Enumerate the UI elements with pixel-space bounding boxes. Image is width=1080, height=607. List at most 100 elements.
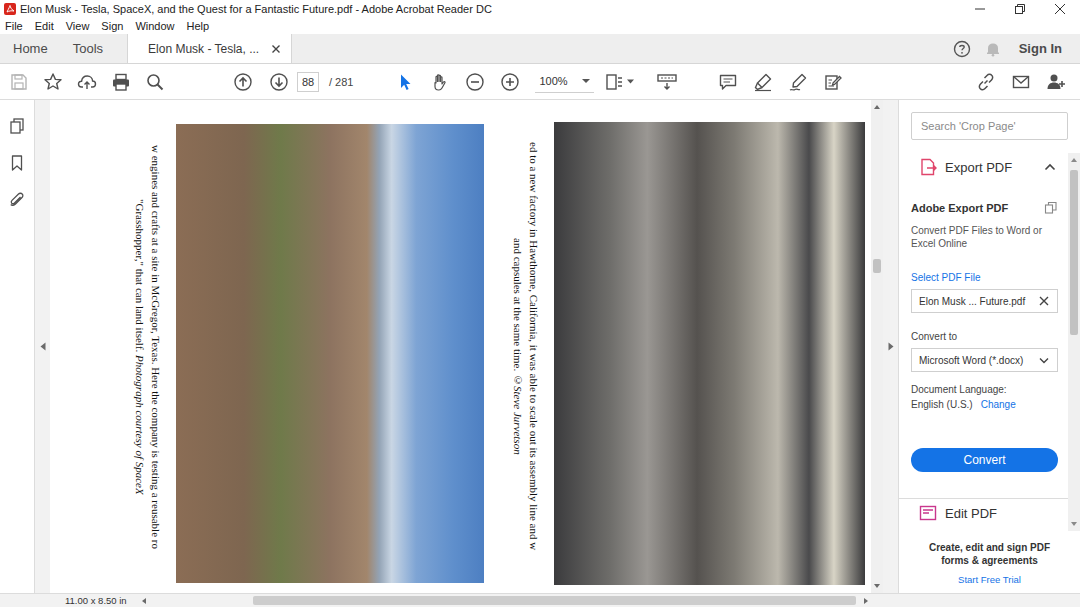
minimize-icon[interactable] — [960, 0, 1000, 18]
acrobat-logo-icon — [4, 3, 16, 15]
previous-page-icon[interactable] — [233, 72, 253, 92]
hand-tool-icon[interactable] — [430, 72, 450, 92]
panel-heading: Adobe Export PDF — [911, 202, 1008, 214]
page-total: / 281 — [329, 76, 353, 88]
tab[interactable]: Tools — [60, 34, 115, 63]
comment-icon[interactable] — [718, 72, 738, 92]
dropdown-caret-icon — [627, 79, 634, 84]
upload-cloud-icon[interactable] — [77, 72, 97, 92]
page-figure: w engines and crafts at a site in McGreg… — [132, 100, 484, 593]
change-language-link[interactable]: Change — [981, 399, 1016, 410]
page-thumbnails-icon[interactable] — [8, 117, 26, 135]
save-icon[interactable] — [9, 72, 29, 92]
select-tool-icon[interactable] — [395, 72, 415, 92]
caption-line: ed to a new factory in Hawthorne, Califo… — [526, 100, 542, 593]
bookmarks-icon[interactable] — [8, 154, 26, 172]
tab[interactable]: Elon Musk - Tesla, ... — [127, 34, 292, 63]
zoom-in-icon[interactable] — [500, 72, 520, 92]
tool-header[interactable]: Edit PDF — [899, 499, 1068, 527]
attachments-icon[interactable] — [8, 191, 26, 209]
tab-bar: HomeTools Elon Musk - Tesla, ... Sign In — [0, 34, 1080, 64]
sign-icon[interactable] — [788, 72, 808, 92]
zoom-dropdown[interactable]: 100% — [535, 70, 593, 93]
close-window-icon[interactable] — [1040, 0, 1080, 18]
collapse-left-strip[interactable] — [35, 100, 50, 593]
expand-right-arrow-icon[interactable] — [888, 342, 894, 351]
menu-item[interactable]: File — [5, 20, 23, 32]
scroll-up-arrow-icon[interactable] — [1070, 156, 1078, 164]
caption-line: w engines and crafts at a site in McGreg… — [148, 100, 164, 593]
highlight-pen-icon[interactable] — [753, 72, 773, 92]
email-icon[interactable] — [1011, 72, 1031, 92]
collapse-right-strip[interactable] — [883, 100, 898, 593]
page-display-button[interactable] — [604, 72, 634, 92]
dropdown-chevron-icon — [1039, 357, 1049, 364]
sign-in-button[interactable]: Sign In — [1019, 41, 1062, 56]
tools-search-field[interactable]: Search 'Crop Page' — [911, 112, 1068, 140]
horizontal-scrollbar[interactable] — [140, 594, 870, 607]
select-file-link[interactable]: Select PDF File — [911, 272, 1058, 283]
menu-item[interactable]: Window — [135, 20, 174, 32]
scroll-up-arrow-icon[interactable] — [873, 103, 881, 111]
next-page-icon[interactable] — [269, 72, 289, 92]
scroll-left-arrow-icon[interactable] — [140, 597, 148, 605]
tool-section: Edit PDF — [899, 498, 1068, 527]
status-bar: 11.00 x 8.50 in — [0, 593, 1080, 607]
convert-to-label: Convert to — [911, 331, 1058, 342]
photograph — [554, 122, 865, 585]
scroll-thumb[interactable] — [253, 596, 856, 605]
tools-scrollbar[interactable] — [1068, 153, 1080, 531]
scroll-thumb[interactable] — [1070, 170, 1078, 335]
document-language: English (U.S.) — [911, 399, 973, 410]
page-figure: ed to a new factory in Hawthorne, Califo… — [510, 100, 865, 593]
figure-caption: w engines and crafts at a site in McGreg… — [132, 100, 164, 593]
restore-icon[interactable] — [1000, 0, 1040, 18]
navigation-pane — [0, 100, 35, 593]
page-size: 11.00 x 8.50 in — [0, 595, 140, 606]
collapse-chevron-icon[interactable] — [1044, 163, 1056, 171]
help-icon[interactable] — [953, 40, 971, 58]
close-tab-icon[interactable] — [271, 44, 281, 54]
menu-item[interactable]: View — [66, 20, 90, 32]
pdf-page: w engines and crafts at a site in McGreg… — [50, 100, 871, 593]
tool-section: Export PDF Adobe Export PDF Convert PDF Fi… — [899, 153, 1068, 498]
bookmark-star-icon[interactable] — [43, 72, 63, 92]
title-bar: Elon Musk - Tesla, SpaceX, and the Quest… — [0, 0, 1080, 18]
fit-page-icon — [604, 72, 624, 92]
export-pdf-panel: Adobe Export PDF Convert PDF Files to Wor… — [899, 181, 1068, 498]
panel-description: Convert PDF Files to Word or Excel Onlin… — [911, 224, 1043, 250]
convert-button[interactable]: Convert — [911, 448, 1058, 472]
page-number-field[interactable]: 88 — [297, 72, 319, 92]
vertical-scrollbar[interactable] — [871, 100, 883, 593]
search-icon[interactable] — [145, 72, 165, 92]
photograph — [176, 124, 484, 583]
scroll-down-arrow-icon[interactable] — [1070, 520, 1078, 528]
document-view: w engines and crafts at a site in McGreg… — [50, 100, 883, 593]
menu-item[interactable]: Help — [187, 20, 210, 32]
share-link-icon[interactable] — [976, 72, 996, 92]
selected-file-field[interactable]: Elon Musk ... Future.pdf — [911, 289, 1058, 313]
scrolling-mode-icon[interactable] — [656, 72, 678, 92]
clear-file-icon[interactable] — [1039, 296, 1049, 306]
menu-item[interactable]: Sign — [101, 20, 123, 32]
workspace: w engines and crafts at a site in McGreg… — [0, 100, 1080, 593]
tool-header[interactable]: Export PDF — [899, 153, 1068, 181]
document-language-label: Document Language: — [911, 384, 1058, 395]
scroll-thumb[interactable] — [873, 259, 881, 273]
scroll-right-arrow-icon[interactable] — [862, 597, 870, 605]
collapse-left-arrow-icon[interactable] — [40, 342, 46, 351]
fill-and-sign-icon[interactable] — [823, 72, 843, 92]
figure-caption: ed to a new factory in Hawthorne, Califo… — [510, 100, 542, 593]
add-person-icon[interactable] — [1046, 72, 1066, 92]
notifications-bell-icon[interactable] — [984, 40, 1002, 58]
copy-icon[interactable] — [1044, 201, 1058, 215]
menu-item[interactable]: Edit — [35, 20, 54, 32]
free-trial-link[interactable]: Start Free Trial — [958, 574, 1021, 585]
tools-list: Export PDF Adobe Export PDF Convert PDF Fi… — [899, 153, 1068, 531]
scroll-down-arrow-icon[interactable] — [873, 582, 881, 590]
zoom-out-icon[interactable] — [465, 72, 485, 92]
tab[interactable]: Home — [0, 34, 60, 63]
print-icon[interactable] — [111, 72, 131, 92]
format-dropdown[interactable]: Microsoft Word (*.docx) — [911, 348, 1058, 372]
promo-box: Create, edit and sign PDF forms & agreem… — [899, 531, 1080, 593]
